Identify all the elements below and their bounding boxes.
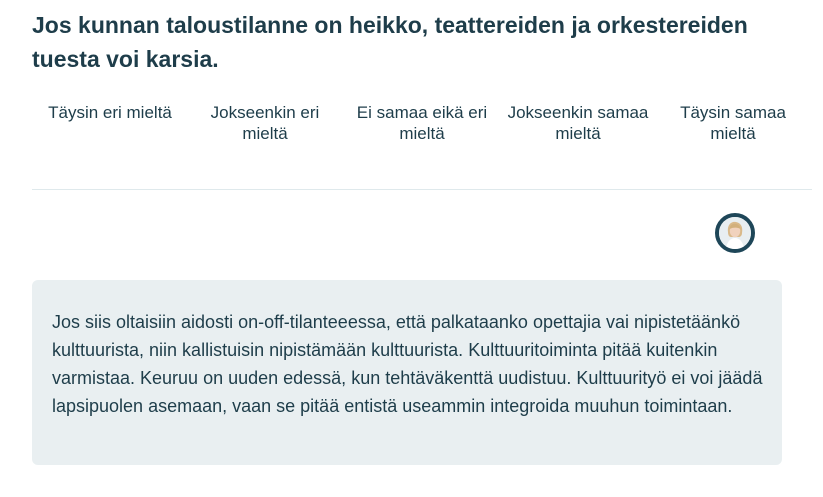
- scale-option-neutral[interactable]: Ei samaa eikä eri mieltä: [347, 102, 497, 144]
- scale-divider: [32, 189, 812, 190]
- scale-option-somewhat-disagree[interactable]: Jokseenkin eri mieltä: [190, 102, 340, 144]
- candidate-answer-text: Jos siis oltaisiin aidosti on-off-tilant…: [52, 312, 763, 416]
- scale-option-fully-disagree[interactable]: Täysin eri mieltä: [35, 102, 185, 123]
- candidate-avatar[interactable]: [715, 213, 755, 253]
- question-title: Jos kunnan taloustilanne on heikko, teat…: [32, 12, 748, 72]
- scale-option-somewhat-agree[interactable]: Jokseenkin samaa mieltä: [503, 102, 653, 144]
- agreement-scale: Täysin eri mieltä Jokseenkin eri mieltä …: [32, 102, 812, 162]
- candidate-answer-box: Jos siis oltaisiin aidosti on-off-tilant…: [32, 280, 782, 465]
- scale-option-fully-agree[interactable]: Täysin samaa mieltä: [658, 102, 808, 144]
- candidate-avatar-icon: [719, 217, 751, 249]
